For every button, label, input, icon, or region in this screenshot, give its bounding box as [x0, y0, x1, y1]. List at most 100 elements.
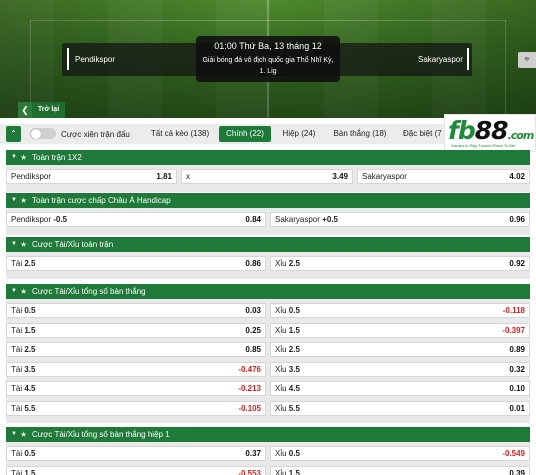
league-line-1: Giải bóng đá vô địch quốc gia Thổ Nhĩ Kỳ…	[202, 57, 334, 64]
tab-goals[interactable]: Bàn thắng (18)	[331, 126, 389, 142]
selection-label: Tài 5.5	[11, 402, 35, 415]
pin-icon[interactable]: ⌖	[518, 52, 536, 68]
chevron-down-icon[interactable]: ▼	[11, 284, 17, 299]
selection-line: 4.5	[288, 384, 300, 393]
odds-cell[interactable]: Pendikspor -0.5 0.84	[6, 212, 266, 227]
tab-special[interactable]: Đặc biệt (7	[403, 126, 447, 142]
odds-value[interactable]: 0.89	[509, 343, 525, 356]
selection-name: Xỉu	[275, 325, 287, 335]
odds-cell[interactable]: Tài 0.5 0.37	[6, 446, 266, 461]
odds-cell[interactable]: Sakaryaspor +0.5 0.96	[270, 212, 530, 227]
odds-value[interactable]: 0.01	[509, 402, 525, 415]
odds-cell[interactable]: Tài 1.5 0.25	[6, 322, 266, 338]
odds-value[interactable]: 0.85	[245, 343, 261, 356]
tab-half[interactable]: Hiệp (24)	[279, 126, 319, 142]
odds-cell[interactable]: Tài 2.5 0.85	[6, 342, 266, 357]
selection-label: Tài 0.5	[11, 447, 35, 460]
chevron-down-icon[interactable]: ▼	[11, 237, 17, 252]
back-button[interactable]: Trở lại	[32, 102, 65, 118]
selection-name: Xỉu	[275, 468, 287, 475]
odds-cell[interactable]: Xỉu 0.5 -0.549	[270, 446, 530, 461]
odds-cell[interactable]: Xỉu 1.5 0.39	[270, 465, 530, 475]
odds-value[interactable]: 4.02	[509, 170, 525, 183]
odds-value[interactable]: -0.476	[238, 363, 261, 376]
odds-cell[interactable]: Xỉu 2.5 0.89	[270, 342, 530, 357]
market-title: Toàn trận cược chấp Châu Á Handicap	[32, 196, 171, 205]
odds-cell[interactable]: Tài 1.5 -0.553	[6, 465, 266, 475]
market-header[interactable]: ▼ ★ Cược Tài/Xỉu toàn trận	[6, 237, 530, 252]
selection-label: Xỉu 4.5	[275, 382, 300, 395]
selection-name: Tài	[11, 364, 23, 374]
collapse-all-icon[interactable]: ⌃	[6, 126, 21, 142]
selection-name: Tài	[11, 449, 23, 458]
star-icon[interactable]: ★	[20, 427, 27, 442]
chevron-down-icon[interactable]: ▼	[11, 150, 17, 165]
selection-line: 0.5	[24, 449, 36, 458]
odds-cell[interactable]: Pendikspor 1.81	[6, 169, 177, 184]
market-header[interactable]: ▼ ★ Cược Tài/Xỉu tổng số bàn thắng	[6, 284, 530, 299]
odds-cell[interactable]: Tài 2.5 0.86	[6, 256, 266, 271]
selection-label: Tài 4.5	[11, 382, 35, 395]
star-icon[interactable]: ★	[20, 193, 27, 208]
odds-value[interactable]: 0.37	[245, 447, 261, 460]
chevron-left-icon[interactable]: ❮	[18, 102, 32, 118]
odds-cell[interactable]: Xỉu 3.5 0.32	[270, 361, 530, 377]
selection-line: 5.5	[288, 403, 300, 413]
odds-cell[interactable]: Xỉu 4.5 0.10	[270, 381, 530, 396]
selection-label: Xỉu 5.5	[275, 402, 300, 415]
odds-cell[interactable]: Tài 3.5 -0.476	[6, 361, 266, 377]
odds-cell[interactable]: Xỉu 0.5 -0.118	[270, 303, 530, 318]
odds-value[interactable]: 0.96	[509, 213, 525, 226]
parlay-toggle-label: Cược xiên trận đấu	[61, 130, 130, 139]
odds-value[interactable]: -0.105	[238, 402, 261, 415]
odds-cell[interactable]: Xỉu 1.5 -0.397	[270, 322, 530, 338]
market-header[interactable]: ▼ ★ Toàn trận 1X2	[6, 150, 530, 165]
toggle-knob[interactable]	[31, 128, 41, 139]
odds-value[interactable]: 1.81	[156, 170, 172, 183]
odds-cell[interactable]: Xỉu 5.5 0.01	[270, 400, 530, 416]
tab-main[interactable]: Chính (22)	[219, 126, 271, 142]
odds-value[interactable]: -0.397	[502, 324, 525, 337]
market-header[interactable]: ▼ ★ Toàn trận cược chấp Châu Á Handicap	[6, 193, 530, 208]
selection-name: Tài	[11, 468, 23, 475]
odds-cell[interactable]: x 3.49	[181, 169, 353, 184]
selection-label: Tài 3.5	[11, 363, 35, 376]
odds-value[interactable]: -0.549	[502, 447, 525, 460]
odds-value[interactable]: 0.03	[245, 304, 261, 317]
odds-value[interactable]: -0.118	[503, 304, 525, 317]
selection-line: 2.5	[288, 345, 300, 354]
odds-value[interactable]: 0.86	[245, 257, 261, 270]
odds-value[interactable]: 3.49	[332, 170, 348, 183]
odds-value[interactable]: 0.84	[245, 213, 261, 226]
selection-label: Tài 2.5	[11, 257, 35, 270]
odds-value[interactable]: 0.92	[509, 257, 525, 270]
chevron-down-icon[interactable]: ▼	[11, 193, 17, 208]
odds-cell[interactable]: Xỉu 2.5 0.92	[270, 256, 530, 271]
odds-value[interactable]: 0.39	[509, 467, 525, 475]
home-marker	[67, 48, 69, 70]
odds-cell[interactable]: Sakaryaspor 4.02	[357, 169, 530, 184]
odds-cell[interactable]: Tài 5.5 -0.105	[6, 400, 266, 416]
selection-line: 1.5	[24, 325, 36, 335]
market-title: Cược Tài/Xỉu toàn trận	[32, 240, 114, 249]
match-info-box: 01:00 Thứ Ba, 13 tháng 12 Giải bóng đá v…	[196, 36, 340, 82]
selection-label: Sakaryaspor +0.5	[275, 213, 338, 226]
star-icon[interactable]: ★	[20, 284, 27, 299]
logo-tagline: Games to Play Trusted Place To Bet	[451, 143, 516, 148]
market-header[interactable]: ▼ ★ Cược Tài/Xỉu tổng số bàn thắng hiệp 1	[6, 427, 530, 442]
league-line-2: 1. Lig	[259, 68, 277, 75]
selection-name: Pendikspor	[11, 215, 52, 224]
selection-line: 1.5	[24, 468, 36, 475]
selection-name: Tài	[11, 306, 23, 315]
odds-value[interactable]: 0.32	[509, 363, 525, 376]
odds-value[interactable]: 0.25	[245, 324, 261, 337]
tab-all[interactable]: Tất cả kèo (138)	[146, 126, 214, 142]
star-icon[interactable]: ★	[20, 150, 27, 165]
star-icon[interactable]: ★	[20, 237, 27, 252]
odds-cell[interactable]: Tài 0.5 0.03	[6, 303, 266, 318]
chevron-down-icon[interactable]: ▼	[11, 427, 17, 442]
odds-value[interactable]: -0.213	[238, 382, 261, 395]
odds-value[interactable]: 0.10	[509, 382, 525, 395]
odds-value[interactable]: -0.553	[238, 467, 261, 475]
odds-cell[interactable]: Tài 4.5 -0.213	[6, 381, 266, 396]
